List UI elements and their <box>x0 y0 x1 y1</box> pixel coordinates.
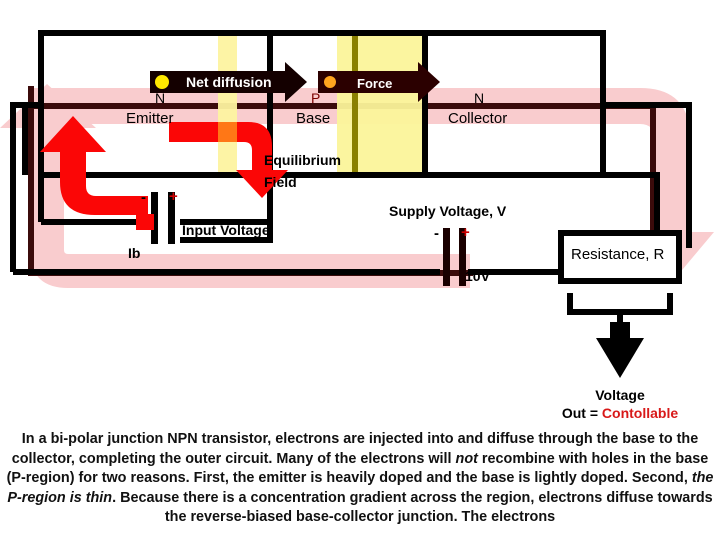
input-battery-plus: + <box>169 188 178 205</box>
equilibrium-field-line1: Equilibrium <box>264 152 341 168</box>
input-current-label: Ib <box>128 245 141 261</box>
resistance-label: Resistance, R <box>571 246 665 263</box>
voltage-output-label: Voltage Out = Contollable <box>520 386 720 422</box>
region-type-emitter: N <box>155 90 166 106</box>
net-diffusion-label: Net diffusion <box>186 74 272 90</box>
explanatory-paragraph: In a bi-polar junction NPN transistor, e… <box>0 430 720 528</box>
diagram-canvas: N Emitter P Base N Collector Net diffusi… <box>0 0 720 540</box>
region-name-emitter: Emitter <box>126 110 174 127</box>
body-text: . Because there is a concentration gradi… <box>112 489 713 526</box>
supply-voltage-label: Supply Voltage, V <box>389 203 507 219</box>
voltage-output-line2: Out = Contollable <box>520 404 720 422</box>
voltage-output-prefix: Out = <box>561 405 602 421</box>
voltage-output-line1: Voltage <box>595 387 645 403</box>
input-battery-minus: - <box>141 189 146 206</box>
region-type-collector: N <box>474 90 485 106</box>
input-voltage-label: Input Voltage <box>182 222 270 238</box>
region-name-collector: Collector <box>448 110 508 127</box>
emphasis-text: not <box>455 450 478 467</box>
supply-battery-minus: - <box>434 225 439 242</box>
voltage-output-value: Contollable <box>601 405 679 421</box>
equilibrium-field-line2: Field <box>264 174 297 190</box>
force-label: Force <box>357 76 393 91</box>
region-name-base: Base <box>296 110 331 127</box>
supply-voltage-value: 10V <box>465 268 490 284</box>
supply-battery-plus: + <box>461 224 470 241</box>
region-type-base: P <box>311 90 321 106</box>
